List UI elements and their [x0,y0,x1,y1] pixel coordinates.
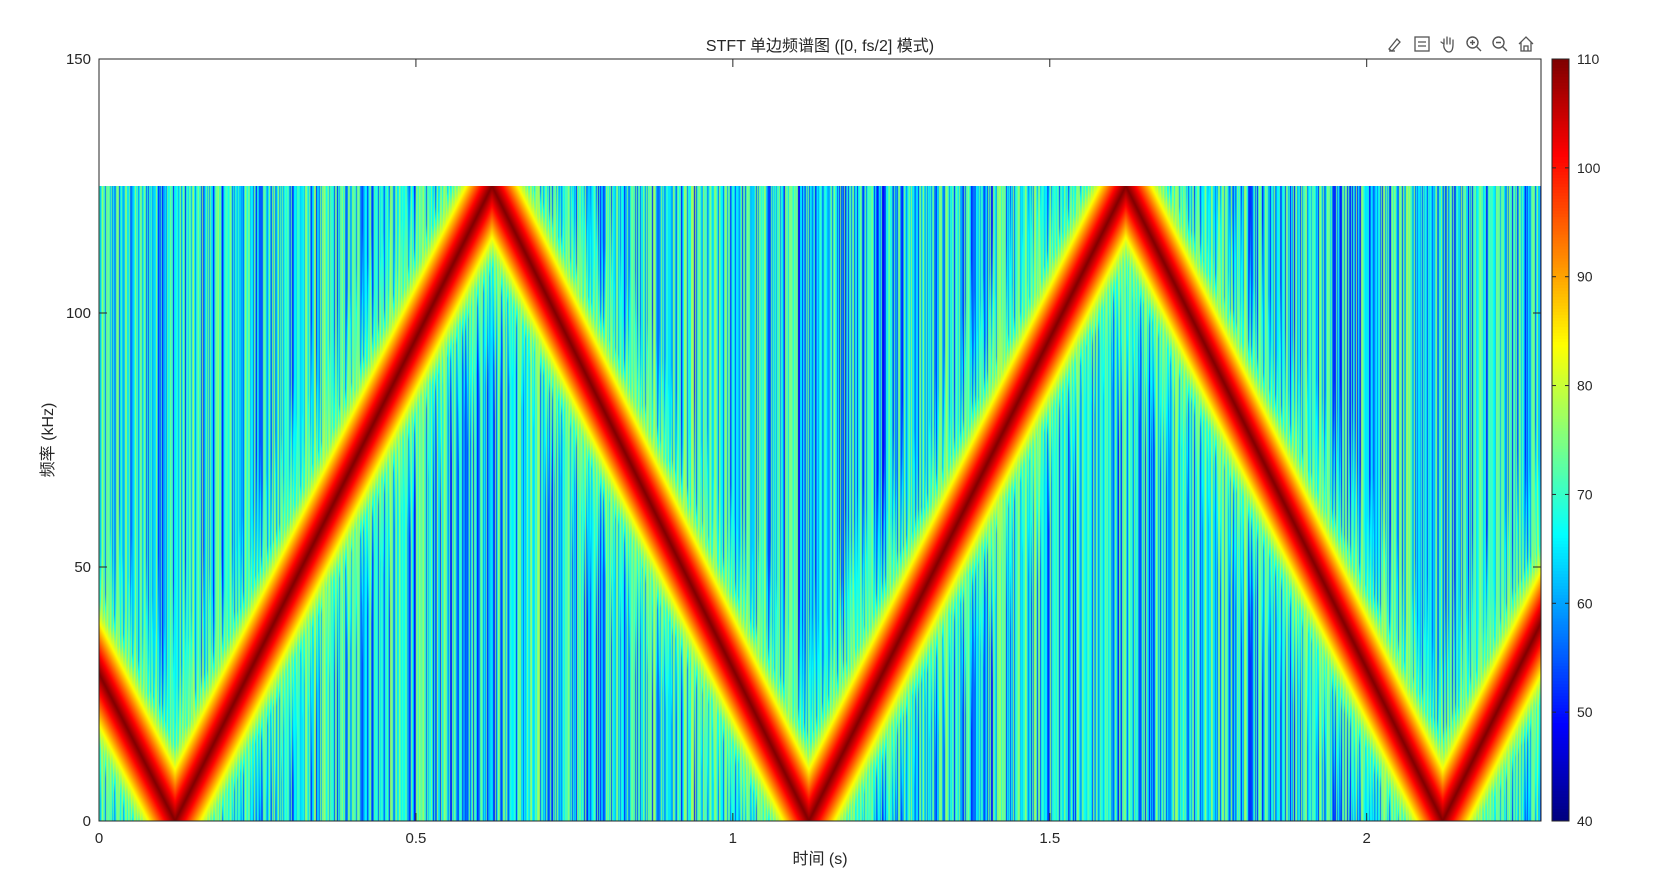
pan-icon[interactable] [1436,32,1459,55]
colorbar-tick-label: 50 [1577,704,1593,720]
y-tick-label: 0 [83,813,91,830]
x-tick-label: 1 [729,830,737,847]
colorbar-tick-label: 80 [1577,378,1593,394]
y-axis-label: 频率 (kHz) [39,403,57,478]
x-tick-label: 0.5 [405,830,426,847]
colorbar-gradient [1552,59,1569,821]
x-axis-label: 时间 (s) [792,850,847,868]
zoom-in-icon[interactable] [1462,32,1485,55]
colorbar-tick-label: 90 [1577,269,1593,285]
datatip-icon[interactable] [1410,32,1433,55]
y-tick-label: 50 [74,559,91,576]
axes-toolbar [1384,32,1537,55]
zoom-out-icon[interactable] [1488,32,1511,55]
colorbar-tick-label: 40 [1577,813,1593,829]
spectrogram-chart: 0 0.5 1 1.5 2 0 50 100 150 STFT 单边频谱图 ([0, fs/2] … [39,37,1601,868]
colorbar-tick-label: 100 [1577,160,1601,176]
x-tick-label: 2 [1363,830,1371,847]
spectrogram-image [99,186,1541,821]
colorbar-tick-label: 110 [1577,51,1600,67]
home-icon[interactable] [1514,32,1537,55]
x-tick-label: 0 [95,830,103,847]
colorbar-tick-label: 60 [1577,595,1593,611]
y-tick-label: 100 [66,305,91,322]
x-tick-label: 1.5 [1039,830,1060,847]
chart-title: STFT 单边频谱图 ([0, fs/2] 模式) [706,37,934,55]
y-tick-label: 150 [66,51,91,68]
colorbar-tick-label: 70 [1577,486,1593,502]
figure: 0 0.5 1 1.5 2 0 50 100 150 STFT 单边频谱图 ([0, fs/2] … [0,0,1668,872]
brush-icon[interactable] [1384,32,1407,55]
